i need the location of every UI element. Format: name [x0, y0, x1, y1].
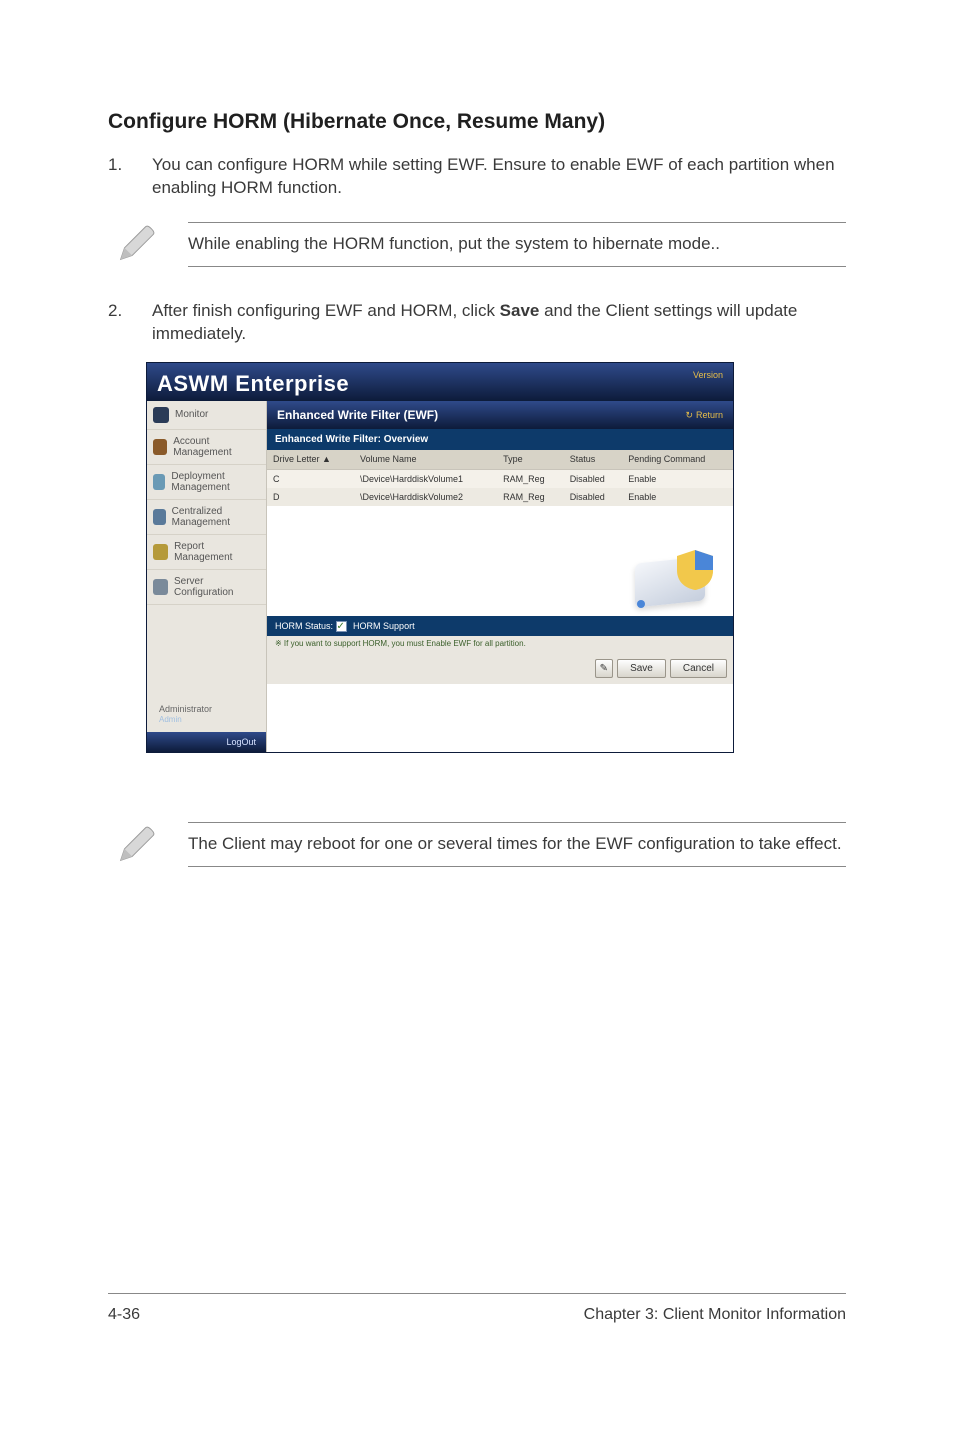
col-pending[interactable]: Pending Command — [622, 450, 733, 469]
step-text-before: After finish configuring EWF and HORM, c… — [152, 301, 500, 320]
sidebar-item-deployment[interactable]: Deployment Management — [147, 465, 266, 500]
app-window: ASWM Enterprise Version Monitor Account … — [146, 362, 734, 753]
horm-note: ※ If you want to support HORM, you must … — [267, 636, 733, 653]
account-icon — [153, 439, 167, 455]
sidebar-item-account[interactable]: Account Management — [147, 430, 266, 465]
sidebar-item-monitor[interactable]: Monitor — [147, 401, 266, 430]
centralized-icon — [153, 509, 166, 525]
refresh-icon: ↻ — [685, 409, 693, 421]
step-2: 2. After finish configuring EWF and HORM… — [108, 300, 846, 346]
cell-status: Disabled — [564, 469, 623, 488]
pencil-icon — [108, 817, 164, 873]
save-button[interactable]: Save — [617, 659, 666, 679]
app-header: ASWM Enterprise Version — [147, 363, 733, 401]
sidebar-item-label: Report Management — [174, 541, 260, 563]
horm-support-label: HORM Support — [353, 621, 415, 631]
cell-volume: \Device\HarddiskVolume1 — [354, 469, 497, 488]
col-drive[interactable]: Drive Letter ▲ — [267, 450, 354, 469]
col-volume[interactable]: Volume Name — [354, 450, 497, 469]
section-title: Configure HORM (Hibernate Once, Resume M… — [108, 108, 846, 136]
sidebar-item-server[interactable]: Server Configuration — [147, 570, 266, 605]
step-1: 1. You can configure HORM while setting … — [108, 154, 846, 200]
ewf-table: Drive Letter ▲ Volume Name Type Status P… — [267, 450, 733, 505]
col-status[interactable]: Status — [564, 450, 623, 469]
table-row[interactable]: C \Device\HarddiskVolume1 RAM_Reg Disabl… — [267, 469, 733, 488]
sidebar-item-centralized[interactable]: Centralized Management — [147, 500, 266, 535]
cell-drive: C — [267, 469, 354, 488]
edit-button[interactable]: ✎ — [595, 659, 613, 679]
cell-volume: \Device\HarddiskVolume2 — [354, 488, 497, 506]
drive-illustration — [267, 506, 733, 616]
horm-status-bar: HORM Status: HORM Support — [267, 616, 733, 636]
horm-checkbox[interactable] — [336, 621, 347, 632]
sidebar-item-label: Centralized Management — [172, 506, 260, 528]
pencil-icon — [108, 216, 164, 272]
sidebar: Monitor Account Management Deployment Ma… — [147, 401, 267, 752]
sidebar-admin: Administrator Admin — [147, 697, 266, 732]
overview-title: Enhanced Write Filter: Overview — [267, 429, 733, 451]
sidebar-item-label: Deployment Management — [171, 471, 260, 493]
cell-drive: D — [267, 488, 354, 506]
note-text: The Client may reboot for one or several… — [188, 823, 846, 866]
cell-status: Disabled — [564, 488, 623, 506]
note-block-1: While enabling the HORM function, put th… — [108, 216, 846, 272]
report-icon — [153, 544, 168, 560]
cell-pending: Enable — [622, 469, 733, 488]
logout-link[interactable]: LogOut — [147, 732, 266, 752]
main-panel: Enhanced Write Filter (EWF) ↻Return Enha… — [267, 401, 733, 752]
note-text: While enabling the HORM function, put th… — [188, 223, 846, 266]
note-block-2: The Client may reboot for one or several… — [108, 817, 846, 873]
sidebar-item-label: Account Management — [173, 436, 260, 458]
col-type[interactable]: Type — [497, 450, 564, 469]
status-dot-icon — [637, 600, 645, 608]
cancel-button[interactable]: Cancel — [670, 659, 727, 679]
panel-title: Enhanced Write Filter (EWF) — [277, 407, 438, 423]
cell-type: RAM_Reg — [497, 469, 564, 488]
cell-pending: Enable — [622, 488, 733, 506]
admin-label: Administrator — [159, 704, 212, 714]
shield-icon — [675, 548, 715, 592]
sidebar-item-label: Monitor — [175, 409, 208, 420]
deployment-icon — [153, 474, 165, 490]
step-number: 2. — [108, 300, 128, 346]
sidebar-item-label: Server Configuration — [174, 576, 260, 598]
return-button[interactable]: ↻Return — [685, 409, 723, 421]
step-text: You can configure HORM while setting EWF… — [152, 154, 846, 200]
table-row[interactable]: D \Device\HarddiskVolume2 RAM_Reg Disabl… — [267, 488, 733, 506]
step-text-bold: Save — [500, 301, 540, 320]
sidebar-item-report[interactable]: Report Management — [147, 535, 266, 570]
edit-icon: ✎ — [600, 662, 608, 676]
step-text: After finish configuring EWF and HORM, c… — [152, 300, 846, 346]
page-number: 4-36 — [108, 1304, 140, 1326]
server-icon — [153, 579, 168, 595]
cell-type: RAM_Reg — [497, 488, 564, 506]
page-footer: 4-36 Chapter 3: Client Monitor Informati… — [108, 1293, 846, 1326]
monitor-icon — [153, 407, 169, 423]
horm-status-label: HORM Status: — [275, 621, 333, 631]
chapter-label: Chapter 3: Client Monitor Information — [584, 1304, 846, 1326]
step-number: 1. — [108, 154, 128, 200]
app-title: ASWM Enterprise — [157, 369, 349, 399]
version-link[interactable]: Version — [693, 369, 723, 381]
admin-sub: Admin — [159, 715, 212, 726]
button-row: ✎ Save Cancel — [267, 653, 733, 685]
